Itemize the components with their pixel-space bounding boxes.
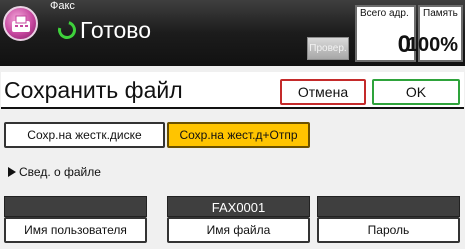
mode-label: Факс — [50, 0, 75, 12]
header-bar: Факс Готово Провер. Всего адр. 0 Память … — [0, 0, 465, 66]
file-name-button[interactable]: Имя файла — [167, 217, 310, 243]
address-counter-label: Всего адр. — [360, 8, 409, 19]
store-and-send-button[interactable]: Сохр.на жест.д+Отпр — [167, 122, 310, 148]
password-value — [317, 196, 460, 217]
memory-value: 100% — [406, 34, 458, 56]
fax-icon — [3, 6, 38, 41]
user-name-field: Имя пользователя — [4, 196, 147, 243]
memory-label: Память — [423, 8, 458, 19]
password-button[interactable]: Пароль — [317, 217, 460, 243]
check-button[interactable]: Провер. — [307, 37, 349, 60]
ok-button[interactable]: OK — [372, 79, 460, 105]
file-name-value: FAX0001 — [167, 196, 310, 217]
status-text: Готово — [54, 17, 152, 43]
memory-indicator: Память 100% — [407, 5, 463, 62]
status-label: Готово — [80, 17, 152, 43]
triangle-right-icon — [8, 167, 16, 177]
page-title: Сохранить файл — [4, 77, 183, 103]
ready-icon — [54, 17, 80, 43]
store-hdd-button[interactable]: Сохр.на жестк.диске — [4, 122, 165, 148]
user-name-button[interactable]: Имя пользователя — [4, 217, 147, 243]
user-name-value — [4, 196, 147, 217]
file-info-heading: Свед. о файле — [8, 165, 101, 179]
cancel-button[interactable]: Отмена — [280, 79, 366, 105]
file-info-heading-label: Свед. о файле — [19, 165, 101, 179]
password-field: Пароль — [317, 196, 460, 243]
file-name-field: FAX0001 Имя файла — [167, 196, 310, 243]
dialog-title-bar: Сохранить файл Отмена OK — [1, 72, 464, 109]
